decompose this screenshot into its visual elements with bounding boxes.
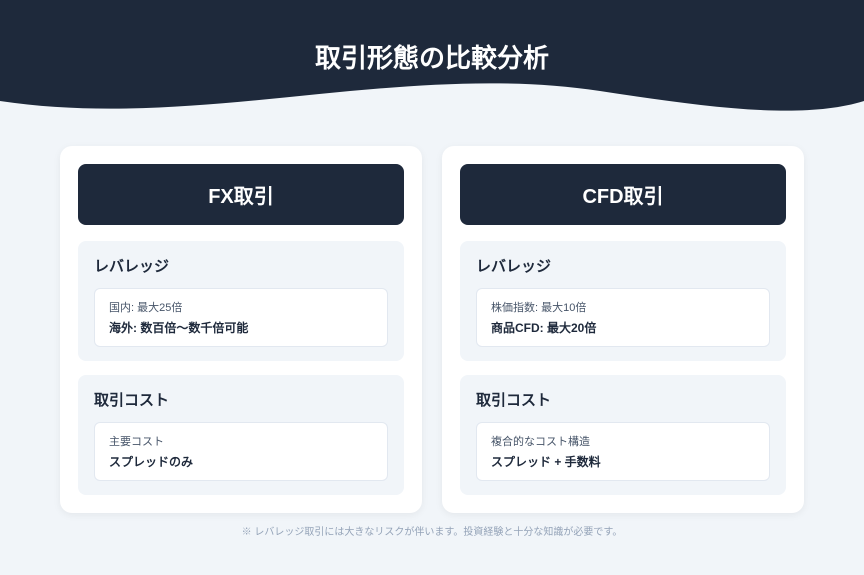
footnote: ※ レバレッジ取引には大きなリスクが伴います。投資経験と十分な知識が必要です。 xyxy=(0,523,864,538)
fx-card: FX取引 レバレッジ 国内: 最大25倍 海外: 数百倍～数千倍可能 取引コスト… xyxy=(60,146,422,513)
section-val: スプレッドのみ xyxy=(109,453,373,470)
section-title: 取引コスト xyxy=(476,389,770,410)
section-sub: 株価指数: 最大10倍 xyxy=(491,299,755,315)
section-title: レバレッジ xyxy=(94,255,388,276)
section-box: 主要コスト スプレッドのみ xyxy=(94,422,388,481)
section-box: 複合的なコスト構造 スプレッド + 手数料 xyxy=(476,422,770,481)
cfd-card: CFD取引 レバレッジ 株価指数: 最大10倍 商品CFD: 最大20倍 取引コ… xyxy=(442,146,804,513)
fx-cost-section: 取引コスト 主要コスト スプレッドのみ xyxy=(78,375,404,495)
cfd-card-header: CFD取引 xyxy=(460,164,786,225)
fx-card-header: FX取引 xyxy=(78,164,404,225)
section-val: スプレッド + 手数料 xyxy=(491,453,755,470)
section-val: 商品CFD: 最大20倍 xyxy=(491,319,755,336)
header: 取引形態の比較分析 xyxy=(0,0,864,130)
section-box: 国内: 最大25倍 海外: 数百倍～数千倍可能 xyxy=(94,288,388,347)
section-sub: 主要コスト xyxy=(109,433,373,449)
cfd-leverage-section: レバレッジ 株価指数: 最大10倍 商品CFD: 最大20倍 xyxy=(460,241,786,361)
section-val: 海外: 数百倍～数千倍可能 xyxy=(109,319,373,336)
page-title: 取引形態の比較分析 xyxy=(0,0,864,75)
section-sub: 国内: 最大25倍 xyxy=(109,299,373,315)
section-title: 取引コスト xyxy=(94,389,388,410)
section-sub: 複合的なコスト構造 xyxy=(491,433,755,449)
wave-decoration xyxy=(0,71,864,131)
comparison-container: FX取引 レバレッジ 国内: 最大25倍 海外: 数百倍～数千倍可能 取引コスト… xyxy=(0,146,864,513)
fx-leverage-section: レバレッジ 国内: 最大25倍 海外: 数百倍～数千倍可能 xyxy=(78,241,404,361)
cfd-cost-section: 取引コスト 複合的なコスト構造 スプレッド + 手数料 xyxy=(460,375,786,495)
section-title: レバレッジ xyxy=(476,255,770,276)
section-box: 株価指数: 最大10倍 商品CFD: 最大20倍 xyxy=(476,288,770,347)
